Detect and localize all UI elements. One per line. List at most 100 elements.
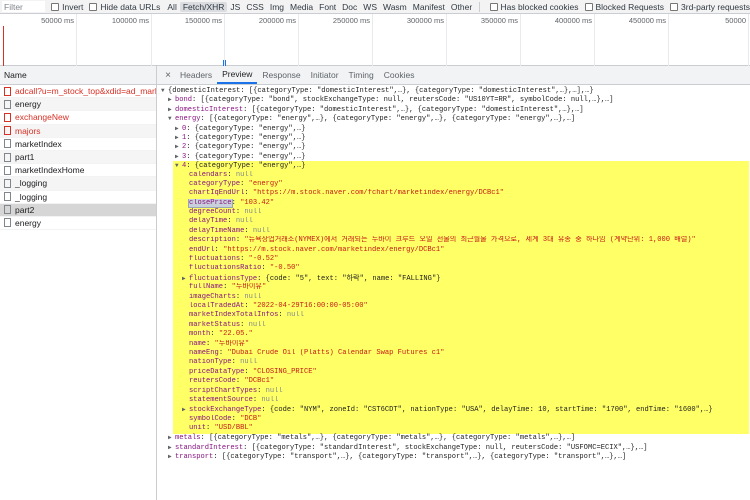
request-row[interactable]: part1 bbox=[0, 150, 156, 165]
request-name: _logging bbox=[15, 191, 48, 202]
json-line[interactable]: ▶ fluctuationsType: {code: "5", text: "하락… bbox=[157, 274, 750, 283]
type-filter-doc[interactable]: Doc bbox=[339, 2, 360, 12]
type-filter-fetch-xhr[interactable]: Fetch/XHR bbox=[179, 1, 228, 12]
request-row[interactable]: _logging bbox=[0, 191, 156, 204]
json-line[interactable]: ▶ transport: [{categoryType: "transport",… bbox=[157, 452, 750, 461]
collapsed-triangle-icon[interactable]: ▶ bbox=[175, 133, 182, 142]
json-key: nameEng bbox=[189, 348, 219, 357]
type-filter-media[interactable]: Media bbox=[287, 2, 316, 12]
json-line: endUrl: "https://m.stock.naver.com/marke… bbox=[189, 245, 445, 254]
collapsed-triangle-icon[interactable]: ▶ bbox=[175, 142, 182, 151]
request-row[interactable]: energy bbox=[0, 217, 156, 231]
type-filter-group: All Fetch/XHR JS CSS Img Media Font Doc WS Wasm Ma… bbox=[164, 1, 475, 12]
hide-data-urls-checkbox[interactable]: Hide data URLs bbox=[89, 2, 160, 12]
json-summary: {code: "NYM", zoneId: "CST6CDT", nationT… bbox=[269, 406, 713, 415]
checkbox-icon bbox=[584, 2, 593, 11]
json-summary: {domesticInterest: [{categoryType: "dome… bbox=[168, 87, 594, 95]
type-filter-all[interactable]: All bbox=[164, 2, 179, 12]
json-line[interactable]: ▶ 1: {categoryType: "energy",…} bbox=[157, 133, 750, 142]
json-key: delayTimeName bbox=[189, 226, 245, 235]
document-icon bbox=[4, 205, 11, 215]
type-filter-ws[interactable]: WS bbox=[360, 2, 380, 12]
expanded-triangle-icon[interactable]: ▼ bbox=[168, 114, 175, 123]
json-line[interactable]: ▶ metals: [{categoryType: "metals",…}, {c… bbox=[157, 433, 750, 442]
request-row[interactable]: marketIndexHome bbox=[0, 164, 156, 178]
type-filter-manifest[interactable]: Manifest bbox=[410, 2, 448, 12]
json-line[interactable]: ▶ 3: {categoryType: "energy",…} bbox=[157, 152, 750, 161]
invert-checkbox[interactable]: Invert bbox=[51, 2, 83, 12]
expanded-triangle-icon[interactable]: ▼ bbox=[175, 161, 182, 170]
timeline-gridline bbox=[520, 14, 521, 66]
type-filter-css[interactable]: CSS bbox=[243, 2, 266, 12]
json-line: statementSource: null bbox=[189, 395, 279, 404]
json-key: closePrice bbox=[188, 198, 233, 208]
collapsed-triangle-icon[interactable]: ▶ bbox=[168, 433, 175, 442]
collapsed-triangle-icon[interactable]: ▶ bbox=[175, 152, 182, 161]
json-line[interactable]: ▶ 0: {categoryType: "energy",…} bbox=[157, 124, 750, 133]
json-line[interactable]: ▶ bond: [{categoryType: "bond", stockExch… bbox=[157, 95, 750, 104]
json-key: fluctuationsRatio bbox=[189, 264, 262, 273]
blocked-requests-checkbox[interactable]: Blocked Requests bbox=[584, 2, 664, 12]
json-line[interactable]: ▼ 4: {categoryType: "energy",…} bbox=[157, 161, 750, 170]
json-line[interactable]: ▼ energy: [{categoryType: "energy",…}, {c… bbox=[157, 114, 750, 123]
json-line[interactable]: ▶ 2: {categoryType: "energy",…} bbox=[157, 142, 750, 151]
type-filter-js[interactable]: JS bbox=[227, 2, 243, 12]
request-row[interactable]: exchangeNew bbox=[0, 111, 156, 125]
request-row[interactable]: majors bbox=[0, 124, 156, 138]
json-value: "CLOSING_PRICE" bbox=[252, 367, 317, 376]
collapsed-triangle-icon[interactable]: ▶ bbox=[168, 95, 175, 104]
json-line: description: "뉴욕상업거래소(NYMEX)에서 거래되는 두바이 … bbox=[189, 236, 696, 245]
third-party-requests-checkbox[interactable]: 3rd-party requests bbox=[670, 2, 750, 12]
json-line: delayTime: null bbox=[189, 217, 253, 226]
type-filter-font[interactable]: Font bbox=[316, 2, 339, 12]
tab-cookies[interactable]: Cookies bbox=[379, 66, 420, 84]
request-name: majors bbox=[15, 125, 41, 136]
name-column-header[interactable]: Name bbox=[0, 66, 156, 85]
json-line[interactable]: ▶ standardInterest: [{categoryType: "stan… bbox=[157, 443, 750, 452]
json-line[interactable]: ▶ stockExchangeType: {code: "NYM", zoneId… bbox=[157, 405, 750, 414]
request-row[interactable]: _logging bbox=[0, 177, 156, 191]
tab-initiator[interactable]: Initiator bbox=[306, 66, 344, 84]
collapsed-triangle-icon[interactable]: ▶ bbox=[182, 274, 189, 283]
request-list: adcall?u=m_stock_top&xdid=ad_markenergy e… bbox=[0, 85, 156, 231]
json-value: "DCBc1" bbox=[244, 377, 275, 386]
json-summary: [{categoryType: "domesticInterest",…}, {… bbox=[251, 105, 584, 114]
type-filter-wasm[interactable]: Wasm bbox=[380, 2, 410, 12]
json-line: month: "22.05." bbox=[189, 330, 253, 339]
request-row[interactable]: part2 bbox=[0, 203, 156, 217]
document-icon bbox=[4, 218, 11, 228]
request-row[interactable]: energy bbox=[0, 98, 156, 112]
tab-timing[interactable]: Timing bbox=[344, 66, 379, 84]
request-name: exchangeNew bbox=[15, 112, 69, 123]
json-summary: {categoryType: "energy",…} bbox=[194, 143, 306, 152]
json-line[interactable]: ▼ {domesticInterest: [{categoryType: "dom… bbox=[157, 86, 750, 95]
timeline-gridline bbox=[224, 14, 225, 66]
has-blocked-cookies-checkbox[interactable]: Has blocked cookies bbox=[489, 2, 579, 12]
filter-input[interactable]: Filter bbox=[2, 1, 46, 12]
tab-headers[interactable]: Headers bbox=[175, 66, 217, 84]
expanded-triangle-icon[interactable]: ▼ bbox=[161, 86, 168, 95]
json-value: "103.42" bbox=[240, 198, 275, 207]
request-row[interactable]: adcall?u=m_stock_top&xdid=ad_mark bbox=[0, 85, 156, 99]
json-line[interactable]: ▶ domesticInterest: [{categoryType: "dome… bbox=[157, 105, 750, 114]
json-key: chartIqEndUrl bbox=[189, 189, 245, 198]
collapsed-triangle-icon[interactable]: ▶ bbox=[182, 405, 189, 414]
collapsed-triangle-icon[interactable]: ▶ bbox=[168, 452, 175, 461]
request-name: adcall?u=m_stock_top&xdid=ad_mark bbox=[15, 86, 156, 97]
json-line: nameEng: "Dubai Crude Oil (Platts) Calen… bbox=[189, 348, 445, 357]
tab-response[interactable]: Response bbox=[257, 66, 305, 84]
collapsed-triangle-icon[interactable]: ▶ bbox=[168, 443, 175, 452]
tab-preview[interactable]: Preview bbox=[217, 66, 258, 84]
timeline-overview[interactable]: 50000 ms 100000 ms 150000 ms 200000 ms 25000… bbox=[0, 14, 750, 66]
close-icon[interactable]: × bbox=[161, 66, 175, 84]
request-row[interactable]: marketIndex bbox=[0, 138, 156, 151]
json-key: endUrl bbox=[189, 245, 215, 254]
json-key: bond bbox=[175, 96, 193, 105]
json-key: localTradedAt bbox=[189, 301, 245, 310]
type-filter-img[interactable]: Img bbox=[267, 2, 287, 12]
collapsed-triangle-icon[interactable]: ▶ bbox=[175, 124, 182, 133]
type-filter-other[interactable]: Other bbox=[448, 2, 475, 12]
request-name: energy bbox=[15, 99, 41, 110]
collapsed-triangle-icon[interactable]: ▶ bbox=[168, 105, 175, 114]
document-icon bbox=[4, 139, 11, 149]
